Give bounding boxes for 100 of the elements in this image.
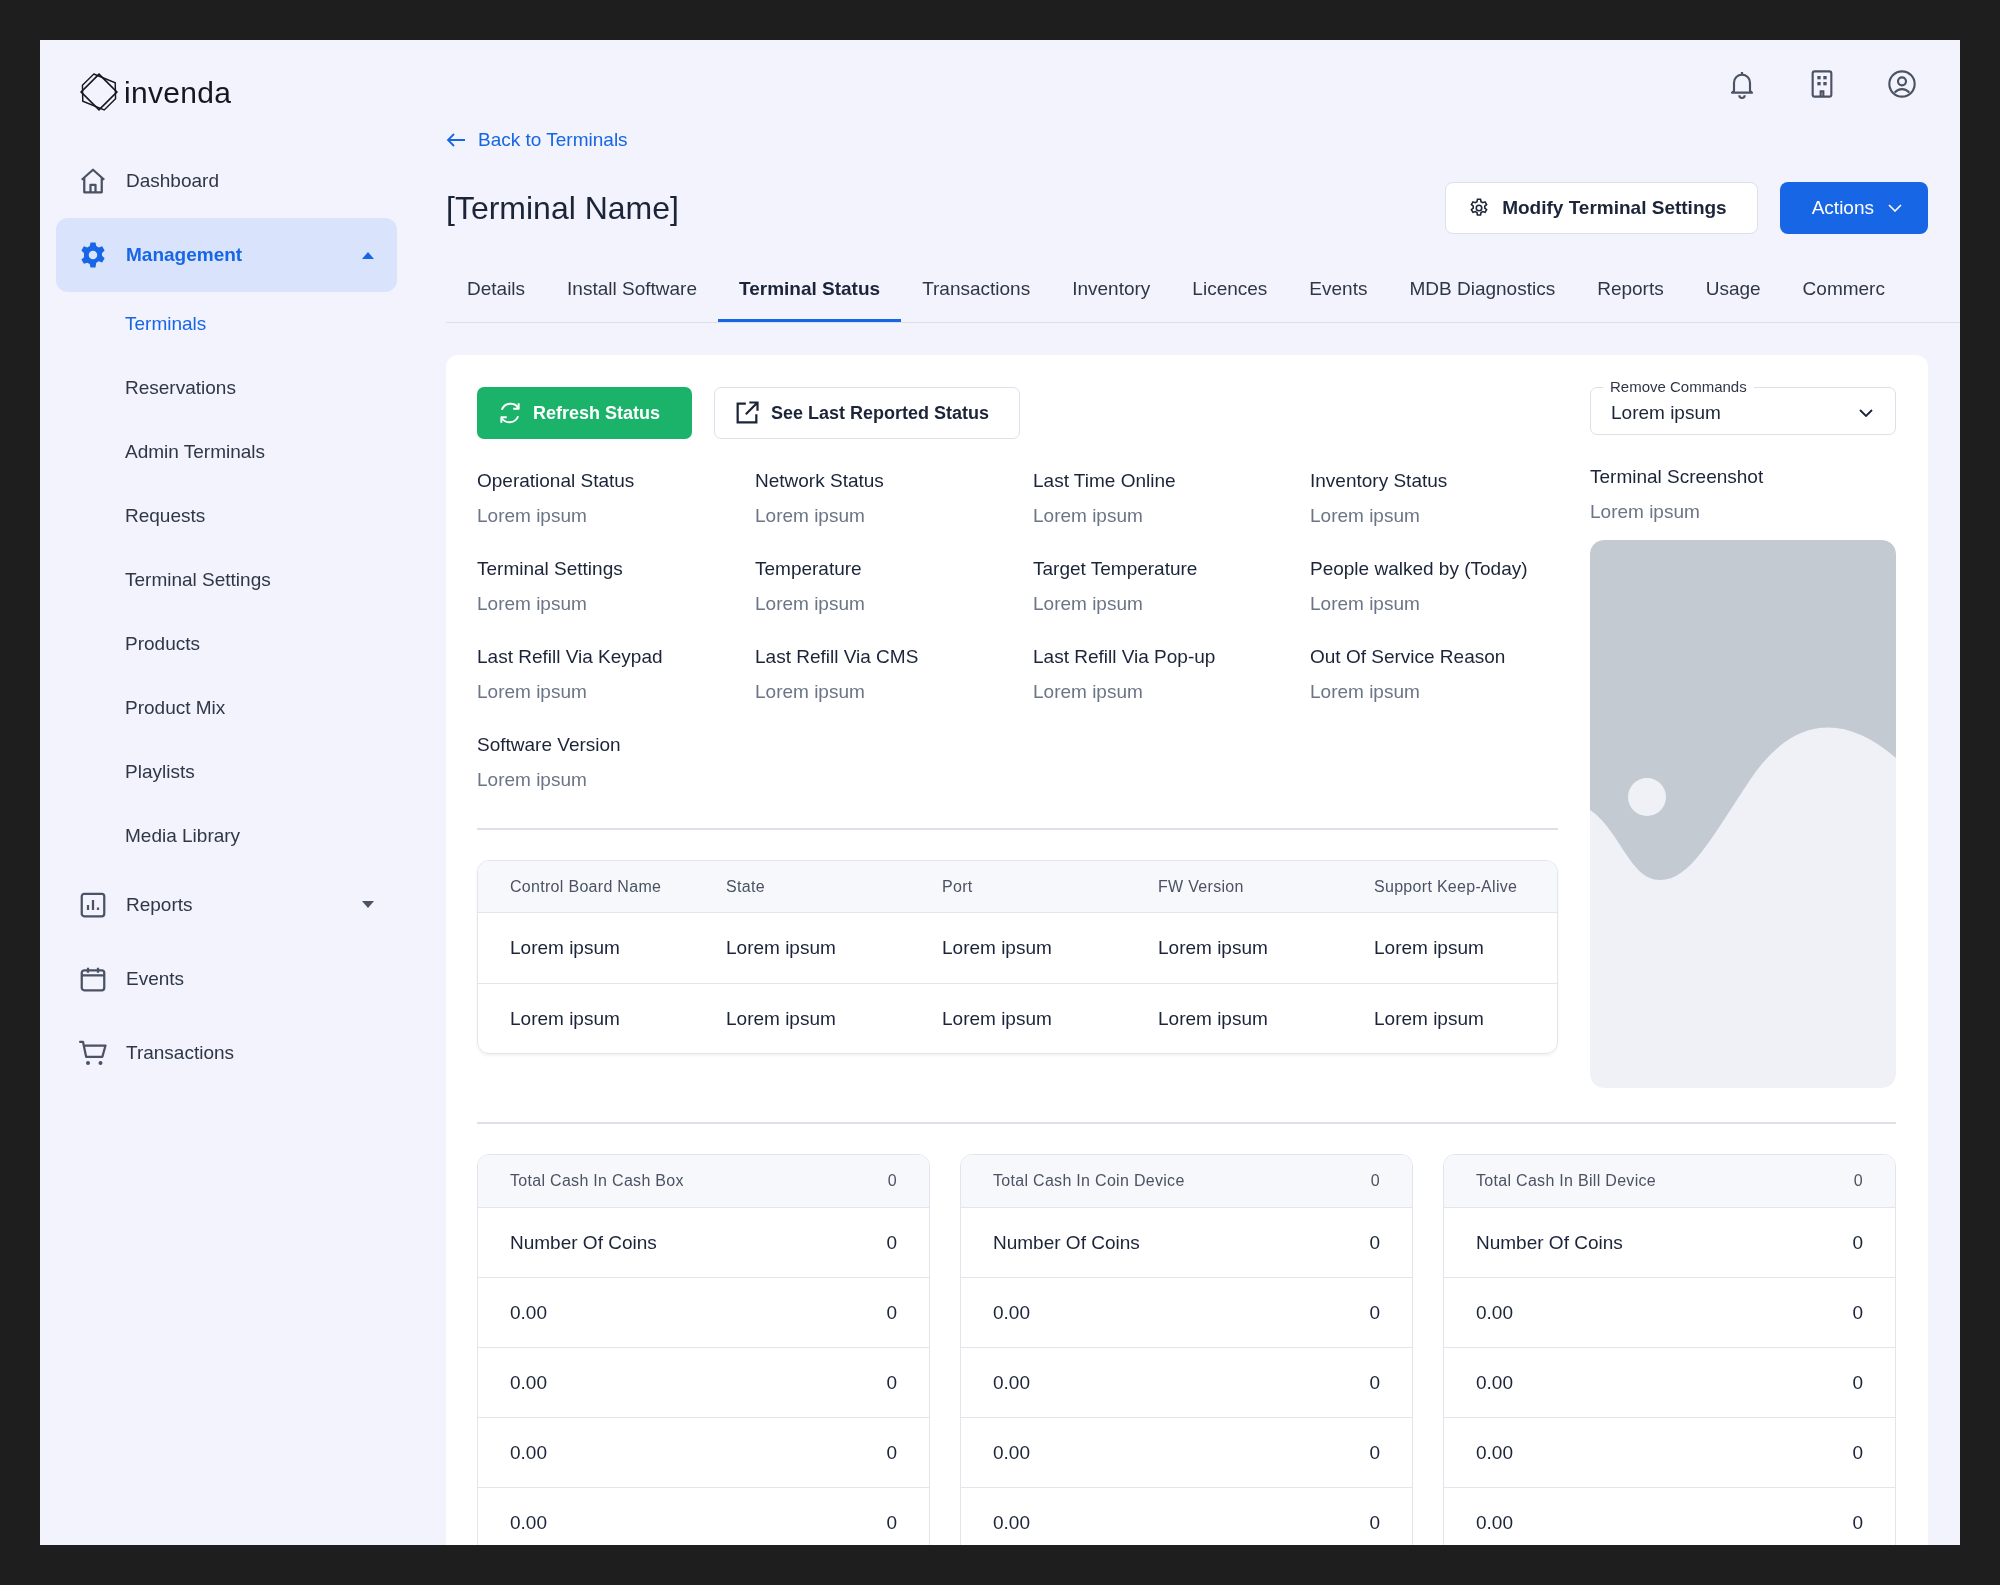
field-value: Lorem ipsum	[1310, 591, 1421, 616]
field-value: Lorem ipsum	[1033, 591, 1144, 616]
back-link[interactable]: Back to Terminals	[446, 126, 628, 155]
sidebar-subitem[interactable]: Media Library	[125, 821, 241, 851]
field-label: Software Version	[477, 733, 622, 758]
row-label: Number Of Coins	[993, 1230, 1140, 1255]
field-value: Lorem ipsum	[755, 591, 866, 616]
row-label: Number Of Coins	[1476, 1230, 1623, 1255]
cart-icon	[78, 1038, 108, 1068]
field-value: Lorem ipsum	[1033, 679, 1144, 704]
field-value: Lorem ipsum	[477, 767, 588, 792]
row-value: 0	[886, 1440, 897, 1465]
field-value: Lorem ipsum	[1033, 503, 1144, 528]
row-value: 0	[1369, 1300, 1380, 1325]
field-label: Terminal Screenshot	[1590, 465, 1765, 490]
card-total: 0	[1370, 1171, 1380, 1192]
field-label: Out Of Service Reason	[1310, 645, 1507, 670]
column-header: State	[726, 876, 766, 897]
table-cell-text: Lorem ipsum	[510, 936, 621, 960]
tab[interactable]: Install Software	[546, 262, 718, 323]
settings-icon	[1468, 196, 1491, 219]
field-label: Operational Status	[477, 469, 636, 494]
sidebar-subitem[interactable]: Product Mix	[125, 693, 226, 723]
sidebar-subitem[interactable]: Requests	[125, 501, 206, 531]
field-label: People walked by (Today)	[1310, 557, 1529, 582]
table-cell-text: Lorem ipsum	[1158, 936, 1269, 960]
card-title: Total Cash In Bill Device	[1476, 1171, 1656, 1192]
field-value: Lorem ipsum	[477, 591, 588, 616]
remove-commands-dropdown[interactable]: Remove Commands Lorem ipsum	[1590, 378, 1896, 436]
dropdown-label: Remove Commands	[1609, 378, 1748, 397]
tab[interactable]: Events	[1288, 262, 1389, 323]
tab[interactable]: Licences	[1171, 262, 1289, 323]
row-value: 0	[1369, 1510, 1380, 1535]
tab[interactable]: Transactions	[901, 262, 1052, 323]
settings-icon	[78, 240, 108, 270]
column-header: FW Version	[1158, 876, 1245, 897]
sidebar-subitem[interactable]: Products	[125, 629, 200, 659]
tab[interactable]: Inventory	[1051, 262, 1172, 323]
row-label: 0.00	[993, 1370, 1030, 1395]
row-label: 0.00	[510, 1300, 547, 1325]
sidebar-item[interactable]: Dashboard	[56, 144, 397, 218]
row-value: 0	[1852, 1440, 1863, 1465]
column-header: Support Keep-Alive	[1374, 876, 1519, 897]
field-value: Lorem ipsum	[477, 503, 588, 528]
modify-settings-button[interactable]: Modify Terminal Settings	[1445, 181, 1758, 234]
sidebar-item[interactable]: Reports	[56, 868, 397, 942]
field-label: Network Status	[755, 469, 885, 494]
row-value: 0	[1369, 1230, 1380, 1255]
tab[interactable]: Terminal Status	[718, 262, 902, 323]
row-value: 0	[1852, 1230, 1863, 1255]
field-value: Lorem ipsum	[1590, 499, 1701, 524]
sidebar-subitem[interactable]: Admin Terminals	[125, 437, 266, 467]
actions-button[interactable]: Actions	[1779, 181, 1928, 234]
field-value: Lorem ipsum	[1310, 503, 1421, 528]
table-cell-text: Lorem ipsum	[942, 936, 1053, 960]
field-label: Last Time Online	[1033, 469, 1177, 494]
chart-icon	[78, 890, 108, 920]
tab[interactable]: Usage	[1684, 262, 1782, 323]
chevron-down-icon	[1888, 203, 1902, 212]
sidebar-subitem[interactable]: Playlists	[125, 757, 195, 787]
field-label: Last Refill Via Pop-up	[1033, 645, 1217, 670]
sidebar-item[interactable]: Management	[56, 218, 397, 292]
sidebar-item[interactable]: Events	[56, 942, 397, 1016]
row-label: 0.00	[510, 1510, 547, 1535]
row-label: 0.00	[1476, 1300, 1513, 1325]
row-value: 0	[886, 1370, 897, 1395]
row-value: 0	[1852, 1300, 1863, 1325]
home-icon	[78, 166, 108, 196]
row-value: 0	[1852, 1370, 1863, 1395]
column-header: Control Board Name	[510, 876, 663, 897]
sidebar-subitem[interactable]: Terminal Settings	[125, 565, 271, 595]
sidebar-subitem[interactable]: Terminals	[125, 309, 207, 339]
table-cell-text: Lorem ipsum	[1374, 1006, 1485, 1031]
logo-icon	[78, 71, 120, 113]
row-label: 0.00	[510, 1440, 547, 1465]
card-total: 0	[1853, 1171, 1863, 1192]
field-value: Lorem ipsum	[477, 679, 588, 704]
tab[interactable]: Reports	[1576, 262, 1685, 323]
tab[interactable]: Commerc	[1781, 262, 1885, 323]
row-label: 0.00	[1476, 1510, 1513, 1535]
last-reported-status-button[interactable]: See Last Reported Status	[714, 387, 1021, 440]
row-label: 0.00	[993, 1510, 1030, 1535]
sidebar-subitem[interactable]: Reservations	[125, 373, 236, 403]
column-header: Port	[942, 876, 974, 897]
row-value: 0	[1369, 1370, 1380, 1395]
row-label: 0.00	[993, 1300, 1030, 1325]
row-label: 0.00	[1476, 1440, 1513, 1465]
table-cell-text: Lorem ipsum	[1374, 936, 1485, 960]
row-value: 0	[1852, 1510, 1863, 1535]
field-label: Target Temperature	[1033, 557, 1199, 582]
card-title: Total Cash In Cash Box	[510, 1171, 684, 1192]
field-label: Terminal Settings	[477, 557, 624, 582]
field-value: Lorem ipsum	[755, 679, 866, 704]
user-icon	[1886, 68, 1918, 100]
table-cell-text: Lorem ipsum	[510, 1006, 621, 1031]
sidebar-item[interactable]: Transactions	[56, 1016, 397, 1090]
tab[interactable]: Details	[446, 262, 547, 323]
field-label: Temperature	[755, 557, 863, 582]
table-cell-text: Lorem ipsum	[726, 936, 837, 960]
tab[interactable]: MDB Diagnostics	[1388, 262, 1577, 323]
